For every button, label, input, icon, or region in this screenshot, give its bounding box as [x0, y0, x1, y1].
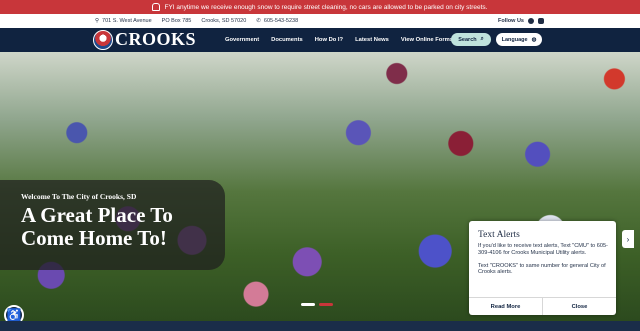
language-button[interactable]: Language ◍	[496, 33, 542, 46]
hero-subtitle: Welcome To The City of Crooks, SD	[21, 192, 137, 201]
page-bottom-strip	[0, 321, 640, 331]
phone[interactable]: ✆ 605-543-5238	[256, 18, 298, 24]
address: ⚲ 701 S. West Avenue	[95, 18, 152, 24]
youtube-icon[interactable]	[537, 18, 544, 24]
logo-text: CROOKS	[115, 29, 197, 49]
city: Crooks, SD 57020	[201, 18, 247, 24]
alert-bar: FYI anytime we receive enough snow to re…	[0, 0, 640, 14]
alert-text: FYI anytime we receive enough snow to re…	[164, 3, 488, 11]
search-button[interactable]: Search ⌕	[451, 33, 491, 46]
bell-icon	[152, 3, 161, 11]
close-button[interactable]: Close	[542, 298, 616, 315]
slider-dots	[301, 303, 333, 306]
nav-latest-news[interactable]: Latest News	[355, 37, 389, 43]
nav-online-forms[interactable]: View Online Forms	[401, 37, 453, 43]
follow-label: Follow Us	[498, 18, 524, 24]
popup-body: If you'd like to receive text alerts, Te…	[478, 243, 610, 276]
chevron-right-icon[interactable]: ›	[622, 230, 634, 248]
po-box: PO Box 785	[161, 18, 192, 24]
hero-title: A Great Place To Come Home To!	[21, 203, 173, 250]
nav-government[interactable]: Government	[225, 37, 259, 43]
nav-documents[interactable]: Documents	[271, 37, 303, 43]
slider-dot-active[interactable]	[319, 303, 333, 306]
nav-how-do-i[interactable]: How Do I?	[315, 37, 343, 43]
facebook-icon[interactable]	[527, 18, 534, 24]
location-pin-icon: ⚲	[95, 18, 100, 24]
slider-dot[interactable]	[301, 303, 315, 306]
city-seal-icon	[93, 29, 113, 50]
info-bar: ⚲ 701 S. West Avenue PO Box 785 Crooks, S…	[0, 14, 640, 28]
hero-caption: Welcome To The City of Crooks, SD A Grea…	[0, 180, 225, 270]
read-more-button[interactable]: Read More	[469, 298, 542, 315]
popup-actions: Read More Close	[469, 297, 616, 315]
site-logo[interactable]: CROOKS	[93, 29, 196, 50]
popup-text-2: Text "CROOKS" to same number for general…	[478, 262, 606, 276]
text-alerts-popup: Text Alerts If you'd like to receive tex…	[469, 221, 616, 315]
popup-text-1: If you'd like to receive text alerts, Te…	[478, 243, 608, 256]
search-icon: ⌕	[480, 36, 484, 42]
popup-title: Text Alerts	[478, 230, 520, 240]
globe-icon: ◍	[531, 36, 537, 43]
nav-links: Government Documents How Do I? Latest Ne…	[225, 37, 453, 43]
phone-icon: ✆	[256, 18, 261, 24]
